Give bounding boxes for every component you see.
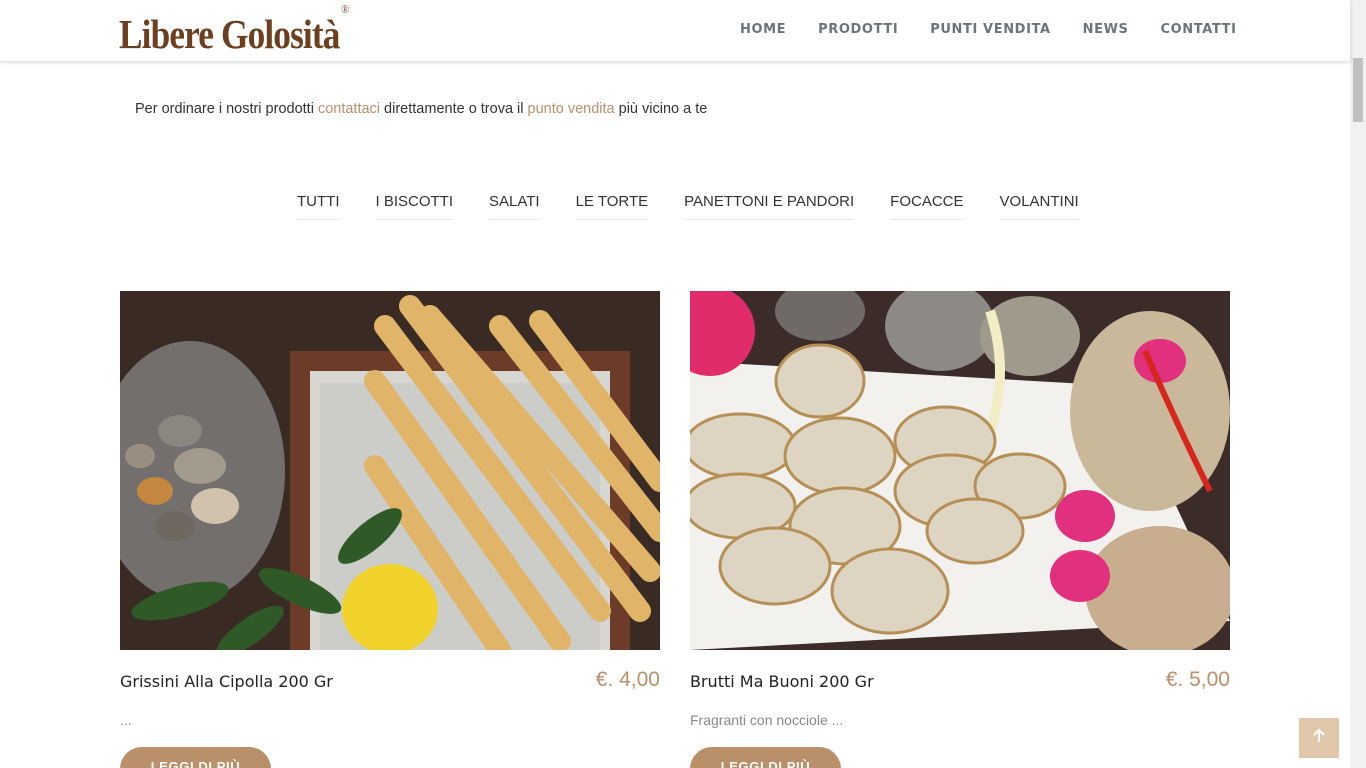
filter-torte[interactable]: LE TORTE [575,193,649,220]
intro-before: Per ordinare i nostri prodotti [135,101,318,117]
filter-salati[interactable]: SALATI [489,193,540,220]
nav-news[interactable]: NEWS [1083,22,1129,37]
arrow-up-icon [1311,728,1327,749]
back-to-top-button[interactable] [1299,718,1339,758]
filter-panettoni-pandori[interactable]: PANETTONI E PANDORI [684,193,855,220]
site-logo[interactable]: Libere Golosità® [119,2,349,58]
filter-volantini[interactable]: VOLANTINI [999,193,1079,220]
product-description: ... [120,712,132,728]
page-scrollbar[interactable] [1350,0,1366,768]
intro-middle: direttamente o trova il [380,101,528,117]
product-image-brutti-ma-buoni[interactable] [690,291,1230,650]
registered-mark: ® [341,2,349,17]
product-title[interactable]: Brutti Ma Buoni 200 Gr [690,672,874,691]
product-price: €. 4,00 [595,668,660,691]
product-card: Brutti Ma Buoni 200 Gr €. 5,00 Fragranti… [690,291,1230,768]
scrollbar-thumb[interactable] [1353,58,1363,122]
filter-biscotti[interactable]: I BISCOTTI [375,193,454,220]
main-nav: HOME PRODOTTI PUNTI VENDITA NEWS CONTATT… [740,22,1269,37]
nav-prodotti[interactable]: PRODOTTI [818,22,898,37]
filter-tutti[interactable]: TUTTI [297,193,340,220]
intro-text: Per ordinare i nostri prodotti contattac… [135,101,707,117]
filter-focacce[interactable]: FOCACCE [890,193,964,220]
store-link[interactable]: punto vendita [528,101,615,117]
nav-home[interactable]: HOME [740,22,786,37]
product-price: €. 5,00 [1165,668,1230,691]
intro-after: più vicino a te [614,101,708,117]
category-filter: TUTTI I BISCOTTI SALATI LE TORTE PANETTO… [297,193,1115,220]
product-title[interactable]: Grissini Alla Cipolla 200 Gr [120,672,333,691]
nav-contatti[interactable]: CONTATTI [1161,22,1237,37]
contact-link[interactable]: contattaci [318,101,380,117]
product-image-grissini[interactable] [120,291,660,650]
product-card: Grissini Alla Cipolla 200 Gr €. 4,00 ...… [120,291,660,768]
read-more-button[interactable]: LEGGI DI PIÙ [120,747,271,768]
nav-punti-vendita[interactable]: PUNTI VENDITA [930,22,1050,37]
read-more-button[interactable]: LEGGI DI PIÙ [690,747,841,768]
logo-text: Libere Golosità [119,11,340,57]
site-header: Libere Golosità® HOME PRODOTTI PUNTI VEN… [0,0,1350,61]
product-description: Fragranti con nocciole ... [690,712,844,728]
